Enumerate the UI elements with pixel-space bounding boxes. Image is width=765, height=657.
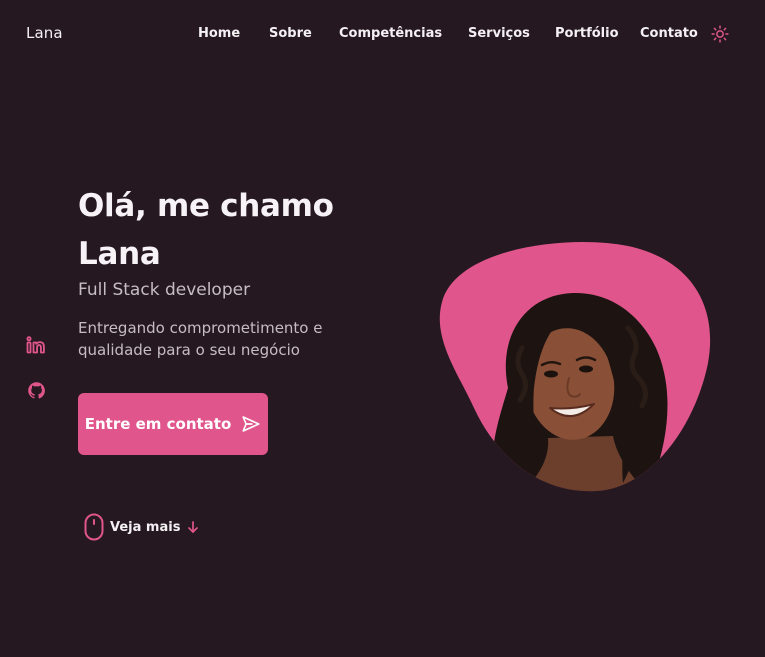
contact-button-label: Entre em contato [84, 415, 232, 433]
sun-icon [711, 25, 729, 43]
nav-servicos[interactable]: Serviços [468, 26, 530, 41]
mouse-icon [84, 513, 104, 541]
arrow-down-icon [188, 521, 199, 533]
nav-sobre[interactable]: Sobre [269, 26, 312, 41]
theme-toggle[interactable] [710, 24, 730, 44]
contact-button[interactable]: Entre em contato [78, 393, 268, 455]
nav-portfolio[interactable]: Portfólio [555, 26, 619, 41]
hero-subtitle: Full Stack developer [78, 280, 251, 300]
scroll-down-link[interactable]: Veja mais [84, 513, 200, 541]
nav-competencias[interactable]: Competências [339, 26, 442, 41]
nav-contato[interactable]: Contato [640, 26, 698, 41]
profile-photo [439, 242, 711, 492]
scroll-down-label: Veja mais [110, 519, 181, 535]
hero-description: Entregando comprometimento e qualidade p… [78, 319, 323, 359]
github-icon [27, 381, 45, 399]
page: Lana Home Sobre Competências Serviços Po… [0, 0, 765, 657]
linkedin-link[interactable] [26, 335, 46, 355]
github-link[interactable] [26, 380, 46, 400]
hero-title: Olá, me chamo Lana [78, 188, 334, 272]
send-icon [242, 416, 260, 432]
linkedin-icon [26, 336, 45, 354]
nav-home[interactable]: Home [198, 26, 240, 41]
main-nav: Home Sobre Competências Serviços Portfól… [0, 26, 765, 46]
